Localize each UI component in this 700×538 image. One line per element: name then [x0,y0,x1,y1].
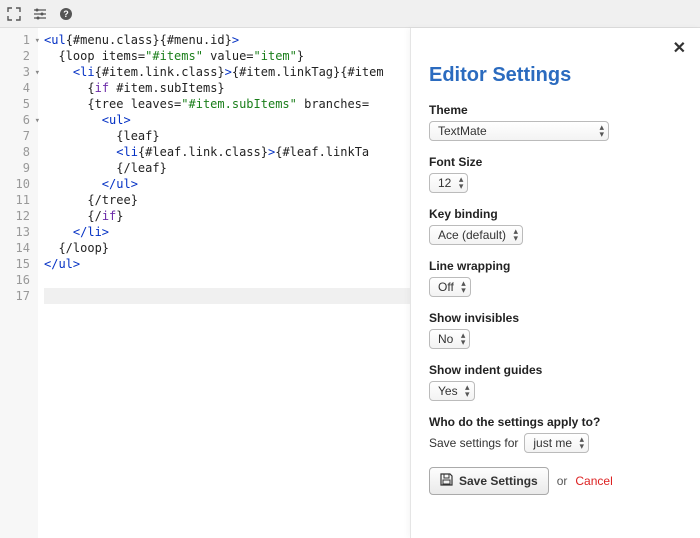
theme-select[interactable]: TextMate ▴▾ [429,121,609,141]
save-button[interactable]: Save Settings [429,467,549,495]
line-gutter: 1▾23▾456▾7891011121314151617 [0,28,38,538]
line-number: 4 [0,80,38,96]
apply-value: just me [533,436,572,450]
line-number: 10 [0,176,38,192]
keybinding-label: Key binding [429,207,682,221]
fontsize-label: Font Size [429,155,682,169]
line-number: 11 [0,192,38,208]
line-number: 16 [0,272,38,288]
save-disk-icon [440,473,453,489]
apply-select[interactable]: just me ▴▾ [524,433,589,453]
settings-sliders-icon[interactable] [32,6,48,22]
save-label: Save Settings [459,474,538,488]
cancel-link[interactable]: Cancel [575,474,612,488]
field-fontsize: Font Size 12 ▴▾ [429,155,682,193]
line-number: 14 [0,240,38,256]
or-text: or [557,474,568,488]
indent-select[interactable]: Yes ▴▾ [429,381,475,401]
line-number: 9 [0,160,38,176]
apply-label: Who do the settings apply to? [429,415,682,429]
invisibles-label: Show invisibles [429,311,682,325]
fold-icon[interactable]: ▾ [35,33,40,49]
line-number: 7 [0,128,38,144]
apply-prefix: Save settings for [429,436,518,450]
theme-value: TextMate [438,124,487,138]
chevron-updown-icon: ▴▾ [514,228,519,242]
linewrap-value: Off [438,280,454,294]
linewrap-select[interactable]: Off ▴▾ [429,277,471,297]
line-number: 8 [0,144,38,160]
keybinding-select[interactable]: Ace (default) ▴▾ [429,225,523,245]
editor-toolbar: ? [0,0,700,28]
field-apply: Who do the settings apply to? Save setti… [429,415,682,453]
panel-actions: Save Settings or Cancel [429,467,682,495]
chevron-updown-icon: ▴▾ [465,384,470,398]
chevron-updown-icon: ▴▾ [580,436,585,450]
close-icon[interactable]: ✕ [673,38,686,58]
field-indent: Show indent guides Yes ▴▾ [429,363,682,401]
line-number: 13 [0,224,38,240]
panel-title: Editor Settings [429,64,682,87]
fontsize-value: 12 [438,176,451,190]
chevron-updown-icon: ▴▾ [461,280,466,294]
indent-label: Show indent guides [429,363,682,377]
field-keybinding: Key binding Ace (default) ▴▾ [429,207,682,245]
keybinding-value: Ace (default) [438,228,506,242]
line-number: 15 [0,256,38,272]
invisibles-value: No [438,332,453,346]
fullscreen-icon[interactable] [6,6,22,22]
line-number: 5 [0,96,38,112]
invisibles-select[interactable]: No ▴▾ [429,329,470,349]
chevron-updown-icon: ▴▾ [461,332,466,346]
line-number: 1▾ [0,32,38,48]
help-icon[interactable]: ? [58,6,74,22]
fontsize-select[interactable]: 12 ▴▾ [429,173,468,193]
line-number: 6▾ [0,112,38,128]
linewrap-label: Line wrapping [429,259,682,273]
line-number: 3▾ [0,64,38,80]
line-number: 2 [0,48,38,64]
indent-value: Yes [438,384,458,398]
field-theme: Theme TextMate ▴▾ [429,103,682,141]
line-number: 17 [0,288,38,304]
svg-text:?: ? [63,9,69,19]
editor-settings-panel: ✕ Editor Settings Theme TextMate ▴▾ Font… [410,28,700,538]
line-number: 12 [0,208,38,224]
fold-icon[interactable]: ▾ [35,113,40,129]
theme-label: Theme [429,103,682,117]
chevron-updown-icon: ▴▾ [599,124,604,138]
field-linewrap: Line wrapping Off ▴▾ [429,259,682,297]
fold-icon[interactable]: ▾ [35,65,40,81]
field-invisibles: Show invisibles No ▴▾ [429,311,682,349]
chevron-updown-icon: ▴▾ [459,176,464,190]
